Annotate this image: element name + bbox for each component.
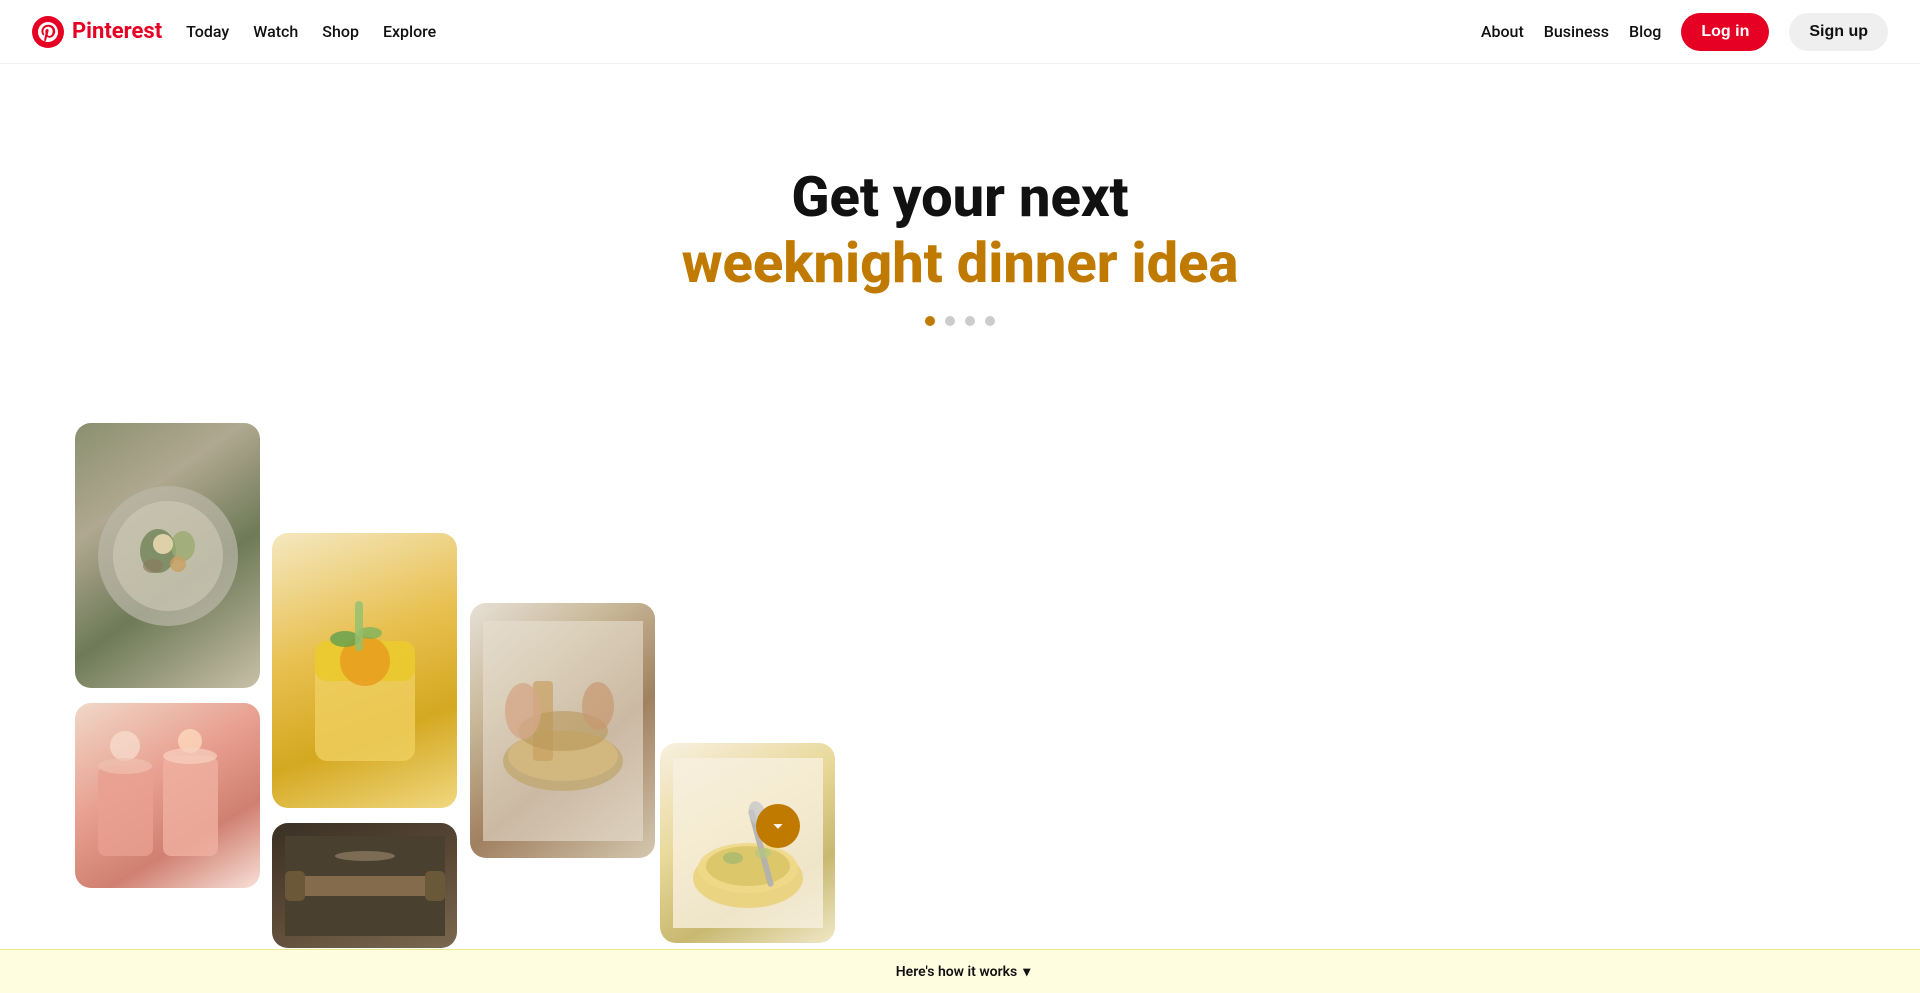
collage-image-drinks2 (75, 703, 260, 888)
nav-shop[interactable]: Shop (322, 18, 359, 45)
hero-section: Get your next weeknight dinner idea (0, 0, 1920, 993)
nav-about[interactable]: About (1481, 22, 1524, 41)
bowl-illustration (673, 758, 823, 928)
nav-explore[interactable]: Explore (383, 18, 436, 45)
scroll-down-button[interactable] (756, 804, 800, 848)
collage-image-bowl (660, 743, 835, 943)
logo[interactable]: Pinterest (32, 16, 162, 48)
drink-illustration (285, 561, 445, 781)
how-it-works-bar[interactable]: Here's how it works ▾ (0, 949, 1920, 993)
dot-4[interactable] (985, 316, 995, 326)
signup-button[interactable]: Sign up (1789, 13, 1888, 51)
nav-blog[interactable]: Blog (1629, 22, 1661, 41)
collage-image-drink (272, 533, 457, 808)
pinterest-logo-icon (32, 16, 64, 48)
logo-text: Pinterest (72, 19, 162, 44)
collage-image-rolling (272, 823, 457, 948)
hero-title-line1: Get your next (682, 164, 1239, 230)
dot-3[interactable] (965, 316, 975, 326)
nav-left: Pinterest Today Watch Shop Explore (32, 16, 436, 48)
nav-right: About Business Blog Log in Sign up (1481, 13, 1888, 51)
salad-illustration (88, 476, 248, 636)
collage-image-salad (75, 423, 260, 688)
nav-today[interactable]: Today (186, 18, 229, 45)
drinks2-illustration (88, 716, 248, 876)
collage-image-cooking (470, 603, 655, 858)
chevron-down-icon: ▾ (1023, 964, 1030, 980)
dot-2[interactable] (945, 316, 955, 326)
hero-text-block: Get your next weeknight dinner idea (682, 164, 1239, 326)
nav-business[interactable]: Business (1544, 22, 1609, 41)
image-collage (0, 423, 700, 943)
nav-watch[interactable]: Watch (253, 18, 298, 45)
rolling-illustration (285, 836, 445, 936)
chevron-down-icon (767, 815, 789, 837)
dot-1[interactable] (925, 316, 935, 326)
navbar: Pinterest Today Watch Shop Explore About… (0, 0, 1920, 64)
login-button[interactable]: Log in (1681, 13, 1769, 51)
cooking-illustration (483, 621, 643, 841)
hero-dots (682, 316, 1239, 326)
hero-title-line2: weeknight dinner idea (682, 230, 1239, 296)
how-it-works-label: Here's how it works (896, 964, 1017, 980)
